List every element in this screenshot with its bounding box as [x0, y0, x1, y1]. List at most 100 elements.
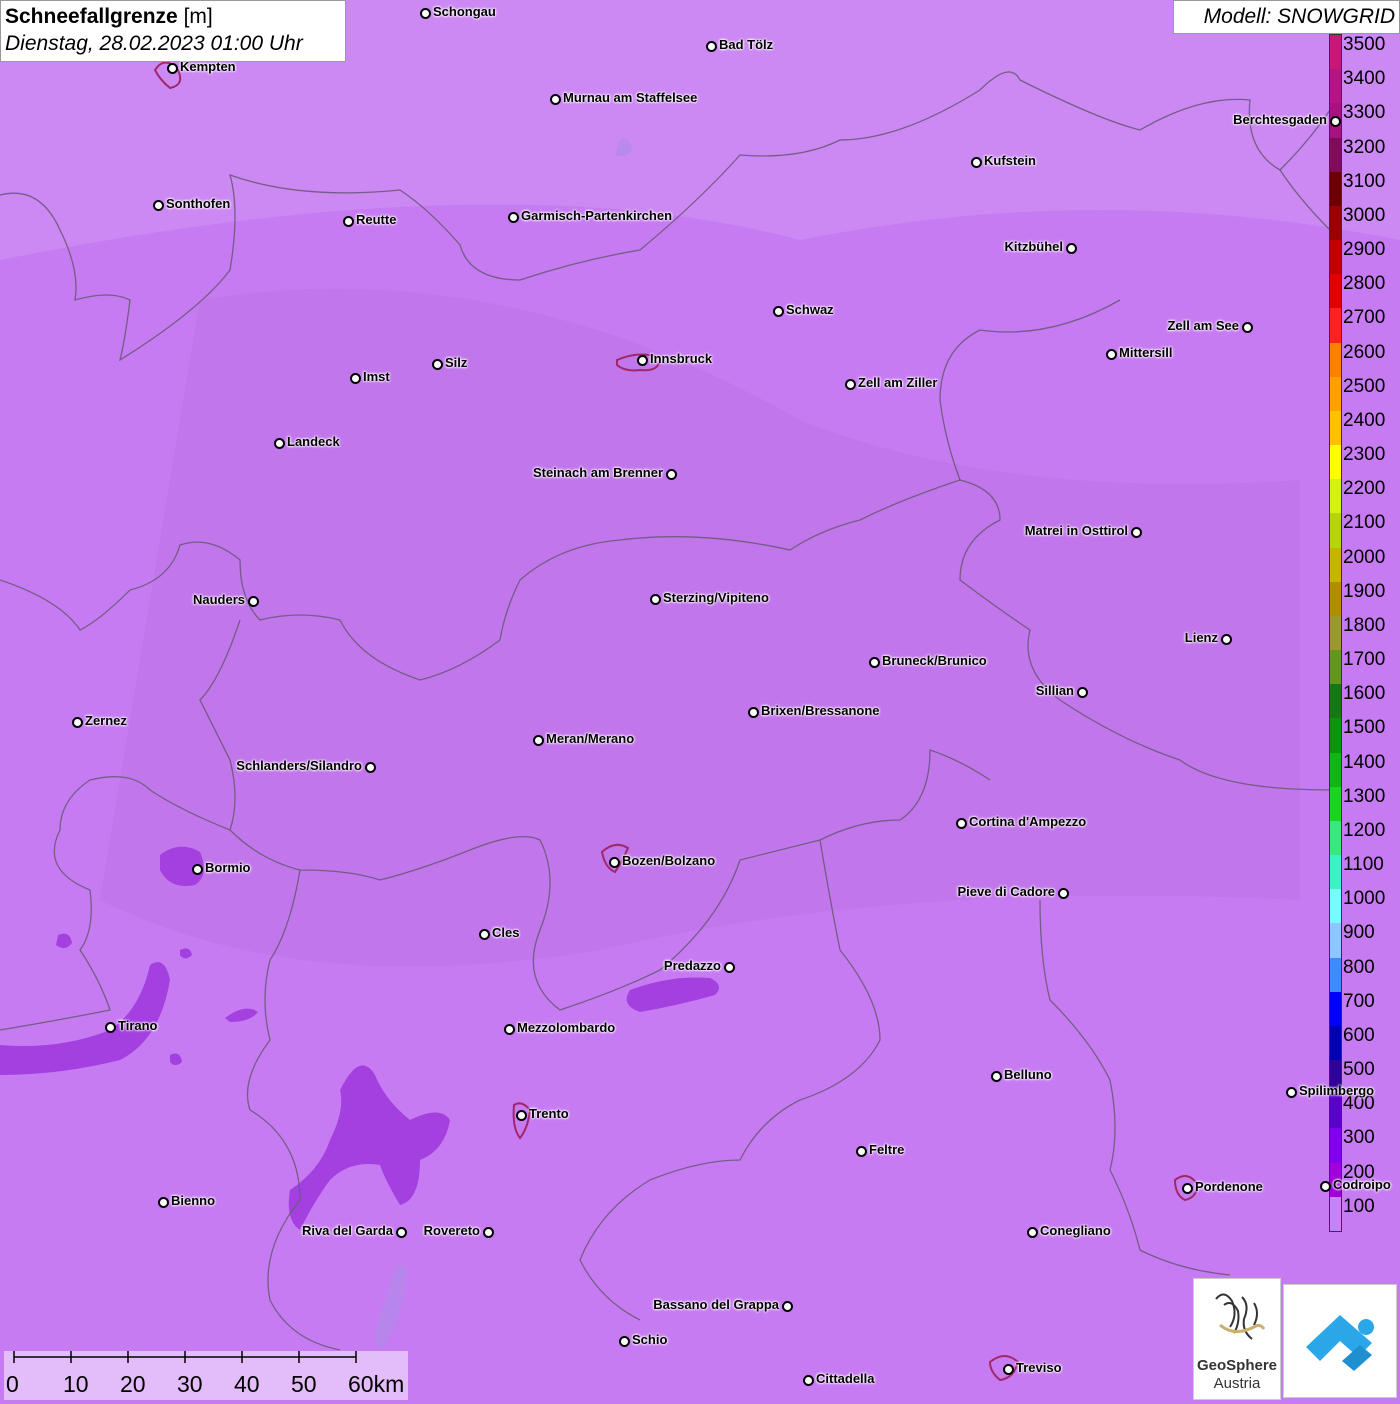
legend-label: 800 [1343, 956, 1375, 978]
city-marker[interactable] [1320, 1181, 1331, 1192]
city-marker[interactable] [479, 929, 490, 940]
city-marker[interactable] [803, 1375, 814, 1386]
city-label: Zernez [85, 713, 127, 728]
city-marker[interactable] [350, 373, 361, 384]
city-marker[interactable] [1330, 116, 1341, 127]
city-marker[interactable] [971, 157, 982, 168]
legend-swatch [1330, 376, 1341, 412]
city-label: Kufstein [984, 153, 1036, 168]
city-marker[interactable] [666, 469, 677, 480]
geosphere-logo[interactable]: GeoSphere Austria [1193, 1278, 1281, 1400]
legend-label: 1100 [1343, 854, 1384, 876]
model-label: Modell: SNOWGRID [1173, 0, 1400, 34]
city-label: Tirano [118, 1018, 158, 1033]
city-label: Cortina d'Ampezzo [969, 814, 1087, 829]
city-label: Sterzing/Vipiteno [663, 590, 769, 605]
legend-label: 900 [1343, 922, 1375, 944]
city-marker[interactable] [1242, 322, 1253, 333]
city-label: Pieve di Cadore [957, 884, 1055, 899]
legend-swatch [1330, 308, 1341, 344]
scale-label: 50 [291, 1371, 317, 1397]
legend-swatch [1330, 684, 1341, 719]
city-marker[interactable] [619, 1336, 630, 1347]
scale-label: 30 [177, 1371, 203, 1397]
city-marker[interactable] [1066, 243, 1077, 254]
legend-swatch [1330, 957, 1341, 993]
title-main: Schneefallgrenze [5, 5, 178, 28]
legend-swatch [1330, 615, 1341, 651]
city-marker[interactable] [1058, 888, 1069, 899]
city-marker[interactable] [773, 306, 784, 317]
legend-label: 3300 [1343, 102, 1386, 124]
city-label: Bad Tölz [719, 37, 774, 52]
city-marker[interactable] [550, 94, 561, 105]
city-marker[interactable] [782, 1301, 793, 1312]
city-marker[interactable] [650, 594, 661, 605]
city-marker[interactable] [432, 359, 443, 370]
city-label: Kempten [180, 59, 236, 74]
city-marker[interactable] [192, 864, 203, 875]
city-marker[interactable] [274, 438, 285, 449]
city-marker[interactable] [153, 200, 164, 211]
legend-swatch [1330, 513, 1341, 549]
city-marker[interactable] [609, 857, 620, 868]
app-logo[interactable] [1283, 1284, 1397, 1398]
city-label: Landeck [287, 434, 340, 449]
city-marker[interactable] [1286, 1087, 1297, 1098]
legend-label: 3500 [1343, 34, 1386, 55]
city-marker[interactable] [105, 1022, 116, 1033]
legend-label: 1400 [1343, 751, 1386, 773]
city-marker[interactable] [248, 596, 259, 607]
city-label: Spilimbergo [1299, 1083, 1375, 1098]
city-label: Cles [492, 925, 520, 940]
legend-label: 700 [1343, 990, 1375, 1012]
city-marker[interactable] [1106, 349, 1117, 360]
city-label: Trento [529, 1106, 569, 1121]
legend-label: 1300 [1343, 785, 1386, 807]
city-label: Brixen/Bressanone [761, 703, 880, 718]
city-marker[interactable] [706, 41, 717, 52]
city-marker[interactable] [845, 379, 856, 390]
city-marker[interactable] [504, 1024, 515, 1035]
city-marker[interactable] [1131, 527, 1142, 538]
city-marker[interactable] [396, 1227, 407, 1238]
city-marker[interactable] [167, 63, 178, 74]
city-marker[interactable] [516, 1110, 527, 1121]
legend-label: 300 [1343, 1127, 1375, 1149]
city-marker[interactable] [869, 657, 880, 668]
city-label: Berchtesgaden [1233, 112, 1327, 127]
legend-label: 2400 [1343, 409, 1386, 431]
city-marker[interactable] [1003, 1364, 1014, 1375]
city-label: Predazzo [663, 958, 721, 973]
city-marker[interactable] [343, 216, 354, 227]
city-marker[interactable] [508, 212, 519, 223]
city-marker[interactable] [365, 762, 376, 773]
legend-label: 2200 [1343, 478, 1386, 500]
city-marker[interactable] [637, 355, 648, 366]
geosphere-logo-icon [1215, 1293, 1266, 1340]
city-label: Mittersill [1119, 345, 1173, 360]
city-marker[interactable] [1182, 1183, 1193, 1194]
city-label: Schongau [433, 4, 496, 19]
city-marker[interactable] [420, 8, 431, 19]
city-label: Matrei in Osttirol [1024, 523, 1128, 538]
city-marker[interactable] [72, 717, 83, 728]
legend-label: 3200 [1343, 136, 1386, 158]
legend-swatch [1330, 479, 1341, 514]
legend-color-bar [1329, 34, 1342, 1232]
city-marker[interactable] [158, 1197, 169, 1208]
city-marker[interactable] [956, 818, 967, 829]
city-marker[interactable] [991, 1071, 1002, 1082]
city-label: Sillian [1035, 683, 1074, 698]
city-marker[interactable] [483, 1227, 494, 1238]
city-marker[interactable] [533, 735, 544, 746]
city-marker[interactable] [1027, 1227, 1038, 1238]
city-marker[interactable] [748, 707, 759, 718]
city-marker[interactable] [856, 1146, 867, 1157]
legend-swatch [1330, 889, 1341, 924]
city-marker[interactable] [1221, 634, 1232, 645]
city-label: Silz [445, 355, 468, 370]
city-marker[interactable] [724, 962, 735, 973]
scale-label: 40 [234, 1371, 260, 1397]
city-marker[interactable] [1077, 687, 1088, 698]
